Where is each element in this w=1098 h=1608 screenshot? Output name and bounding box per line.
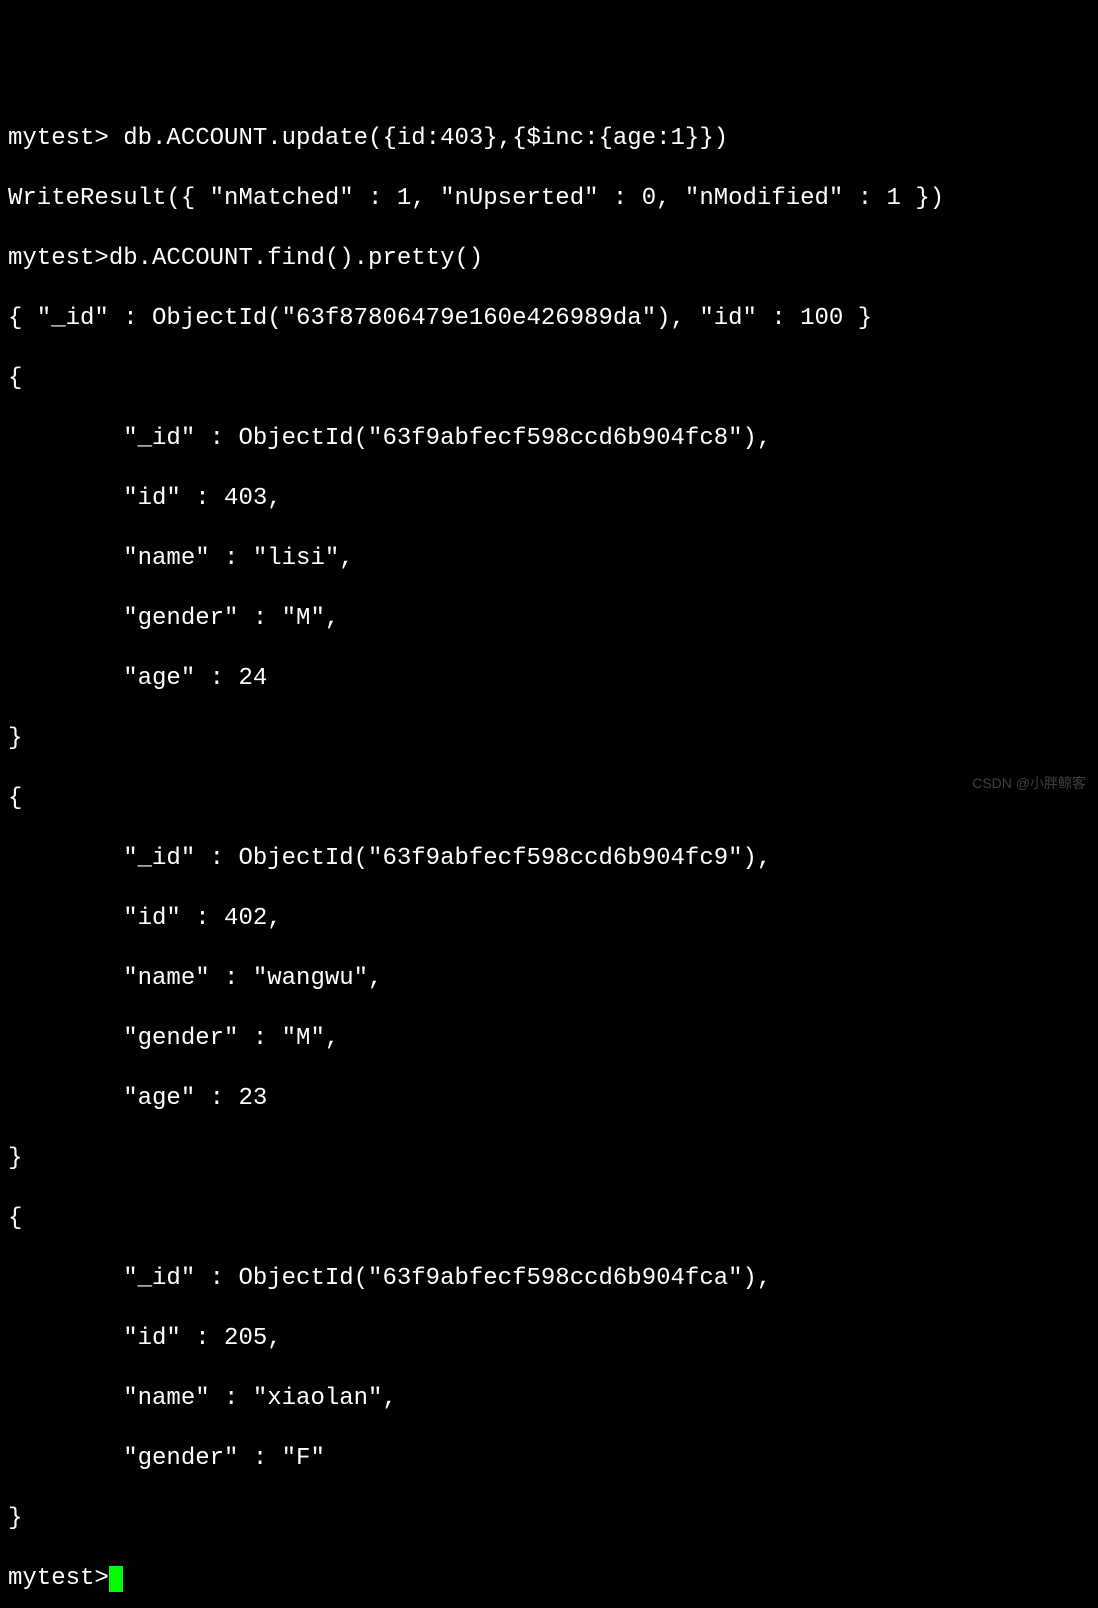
terminal-prompt: mytest> [8,1565,109,1592]
terminal-line-doc1-gender: "gender" : "M", [8,604,1090,634]
terminal-line-doc1-id-num: "id" : 403, [8,484,1090,514]
terminal-line-doc1-close: } [8,724,1090,754]
terminal-line-command-find: mytest>db.ACCOUNT.find().pretty() [8,244,1090,274]
terminal-line-write-result: WriteResult({ "nMatched" : 1, "nUpserted… [8,184,1090,214]
terminal-line-doc2-name: "name" : "wangwu", [8,964,1090,994]
terminal-line-doc1-name: "name" : "lisi", [8,544,1090,574]
terminal-line-doc2-gender: "gender" : "M", [8,1024,1090,1054]
terminal-line-doc3-open: { [8,1204,1090,1234]
terminal-line-doc1-age: "age" : 24 [8,664,1090,694]
terminal-line-doc3-close: } [8,1504,1090,1534]
terminal-line-doc3-id: "_id" : ObjectId("63f9abfecf598ccd6b904f… [8,1264,1090,1294]
terminal-line-doc1-id: "_id" : ObjectId("63f9abfecf598ccd6b904f… [8,424,1090,454]
terminal-line-doc2-open: { [8,784,1090,814]
terminal-line-doc3-id-num: "id" : 205, [8,1324,1090,1354]
terminal-line-doc2-id: "_id" : ObjectId("63f9abfecf598ccd6b904f… [8,844,1090,874]
terminal-line-command-update: mytest> db.ACCOUNT.update({id:403},{$inc… [8,124,1090,154]
terminal-line-doc2-age: "age" : 23 [8,1084,1090,1114]
cursor-icon [109,1566,123,1592]
terminal-line-doc1-open: { [8,364,1090,394]
terminal-line-doc2-close: } [8,1144,1090,1174]
terminal-line-doc3-name: "name" : "xiaolan", [8,1384,1090,1414]
terminal-line-doc3-gender: "gender" : "F" [8,1444,1090,1474]
terminal-line-doc0: { "_id" : ObjectId("63f87806479e160e4269… [8,304,1090,334]
terminal-prompt-line[interactable]: mytest> [8,1564,1090,1594]
terminal-line-doc2-id-num: "id" : 402, [8,904,1090,934]
watermark-text: CSDN @小胖鲸客 [972,775,1086,793]
